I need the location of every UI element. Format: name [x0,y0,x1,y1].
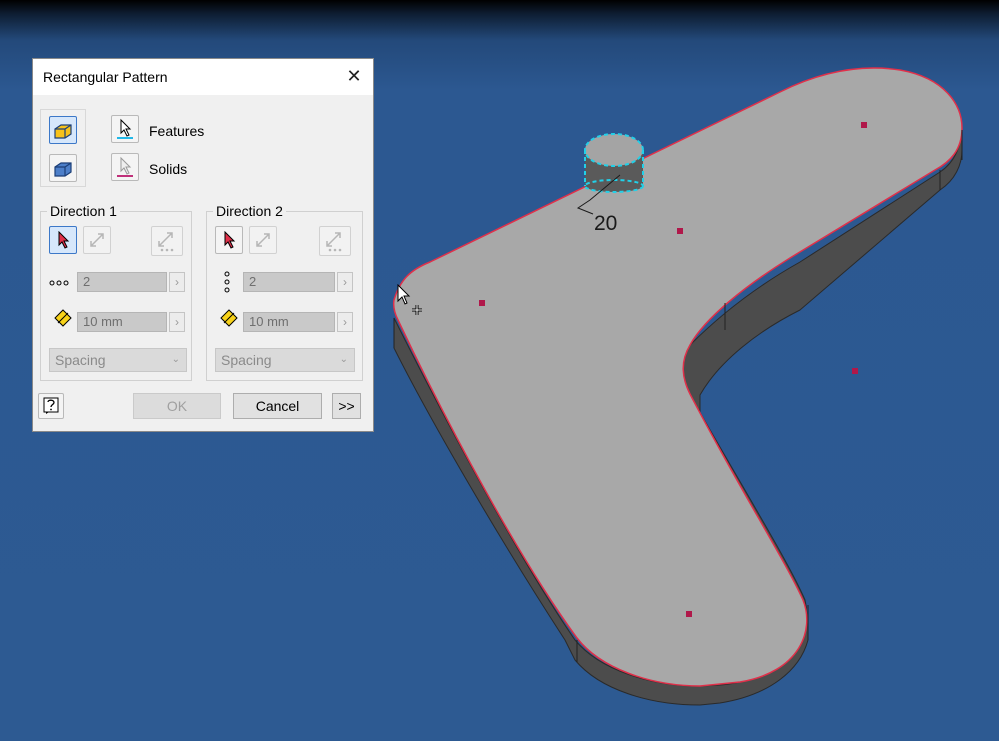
direction-2-midplane-button[interactable] [319,226,351,256]
direction-1-method-dropdown[interactable]: Spacing ⌄ [49,348,187,372]
direction-2-spacing-arrow[interactable]: › [337,312,353,332]
close-icon[interactable]: ✕ [343,65,365,87]
direction-1-count-arrow[interactable]: › [169,272,185,292]
midplane-icon [158,232,174,252]
dialog-titlebar[interactable]: Rectangular Pattern ✕ [33,59,373,95]
select-arrow-icon [117,118,133,139]
direction-2-method-dropdown[interactable]: Spacing ⌄ [215,348,355,372]
rectangular-pattern-dialog: Rectangular Pattern ✕ Features Solids Di… [32,58,374,432]
direction-2-flip-button[interactable] [249,226,277,254]
features-label: Features [149,123,205,139]
flip-icon [256,233,270,247]
direction-2-select-button[interactable] [215,226,243,254]
direction-1-group: Direction 1 2 › 10 mm › Spacing ⌄ [40,203,192,381]
solids-select-button[interactable] [111,153,139,181]
spacing-diamond-icon [220,309,238,327]
chevron-down-icon: ⌄ [171,354,180,365]
direction-1-spacing-field[interactable]: 10 mm [77,312,167,332]
flip-icon [90,233,104,247]
direction-1-midplane-button[interactable] [151,226,183,256]
cancel-button[interactable]: Cancel [233,393,322,419]
dimension-label[interactable]: 20 [594,212,617,236]
pattern-features-mode-icon [54,124,72,139]
spacing-diamond-icon [54,309,72,327]
features-select-button[interactable] [111,115,139,143]
more-options-button[interactable]: >> [332,393,361,419]
solids-label: Solids [149,161,188,177]
direction-2-count-field[interactable]: 2 [243,272,335,292]
direction-2-label: Direction 2 [213,203,286,219]
count-dots-icon [49,280,69,286]
help-icon [43,397,59,414]
pattern-solids-mode-button[interactable] [49,154,77,182]
direction-1-label: Direction 1 [47,203,120,219]
cursor-icon [397,284,422,315]
help-button[interactable] [38,393,64,419]
pattern-mode-group [40,109,86,187]
direction-2-spacing-field[interactable]: 10 mm [243,312,335,332]
direction-2-method-value: Spacing [221,352,272,368]
pattern-solids-mode-icon [54,162,72,177]
pattern-features-mode-button[interactable] [49,116,77,144]
select-arrow-icon [117,156,133,177]
direction-1-spacing-arrow[interactable]: › [169,312,185,332]
direction-1-method-value: Spacing [55,352,106,368]
select-arrow-icon [58,231,70,249]
select-arrow-icon [224,231,236,249]
direction-1-select-button[interactable] [49,226,77,254]
dialog-title: Rectangular Pattern [43,69,168,85]
count-dots-icon [224,271,230,293]
midplane-icon [326,232,342,252]
ok-button[interactable]: OK [133,393,221,419]
chevron-down-icon: ⌄ [339,354,348,365]
direction-1-flip-button[interactable] [83,226,111,254]
direction-1-count-field[interactable]: 2 [77,272,167,292]
direction-2-group: Direction 2 2 › 10 mm › Spacing ⌄ [206,203,363,381]
direction-2-count-arrow[interactable]: › [337,272,353,292]
